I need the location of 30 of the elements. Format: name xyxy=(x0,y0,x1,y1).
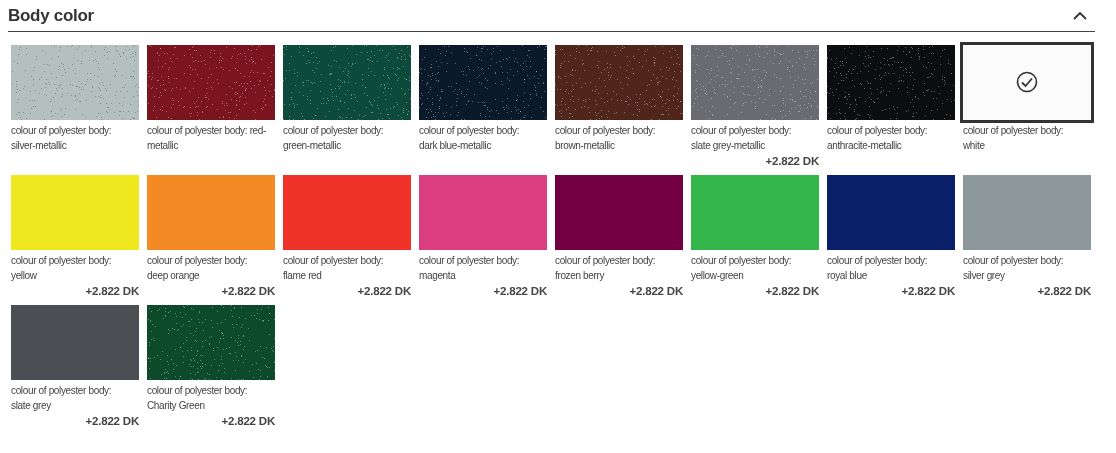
color-label: colour of polyester body: silver grey xyxy=(963,254,1065,283)
color-label: colour of polyester body: slate grey-metallic xyxy=(691,124,793,153)
color-label: colour of polyester body: Charity Green xyxy=(147,384,249,413)
color-label: colour of polyester body: brown-metallic xyxy=(555,124,657,153)
color-label: colour of polyester body: frozen berry xyxy=(555,254,657,283)
price-surcharge: +2.822 DK xyxy=(357,285,411,297)
color-label: colour of polyester body: deep orange xyxy=(147,254,249,283)
price-surcharge: +2.822 DK xyxy=(85,285,139,297)
color-label: colour of polyester body: yellow-green xyxy=(691,254,793,283)
color-label: colour of polyester body: magenta xyxy=(419,254,521,283)
price-surcharge: +2.822 DK xyxy=(765,285,819,297)
price-surcharge: +2.822 DK xyxy=(221,285,275,297)
price-surcharge: +2.822 DK xyxy=(901,285,955,297)
color-label: colour of polyester body: green-metallic xyxy=(283,124,385,153)
color-label: colour of polyester body: flame red xyxy=(283,254,385,283)
price-surcharge: +2.822 DK xyxy=(1037,285,1091,297)
color-label: colour of polyester body: dark blue-metallic xyxy=(419,124,521,153)
price-surcharge: +2.822 DK xyxy=(85,415,139,427)
price-surcharge: +2.822 DK xyxy=(765,155,819,167)
price-surcharge: +2.822 DK xyxy=(629,285,683,297)
price-surcharge: +2.822 DK xyxy=(221,415,275,427)
color-label: colour of polyester body: silver-metallic xyxy=(11,124,113,153)
section-title: Body color xyxy=(8,5,94,26)
price-surcharge: +2.822 DK xyxy=(493,285,547,297)
color-label: colour of polyester body: yellow xyxy=(11,254,113,283)
color-label: colour of polyester body: anthracite-metallic xyxy=(827,124,929,153)
color-label: colour of polyester body: white xyxy=(963,124,1065,153)
color-label: colour of polyester body: royal blue xyxy=(827,254,929,283)
color-label: colour of polyester body: slate grey xyxy=(11,384,113,413)
color-label: colour of polyester body: red-metallic xyxy=(147,124,267,153)
